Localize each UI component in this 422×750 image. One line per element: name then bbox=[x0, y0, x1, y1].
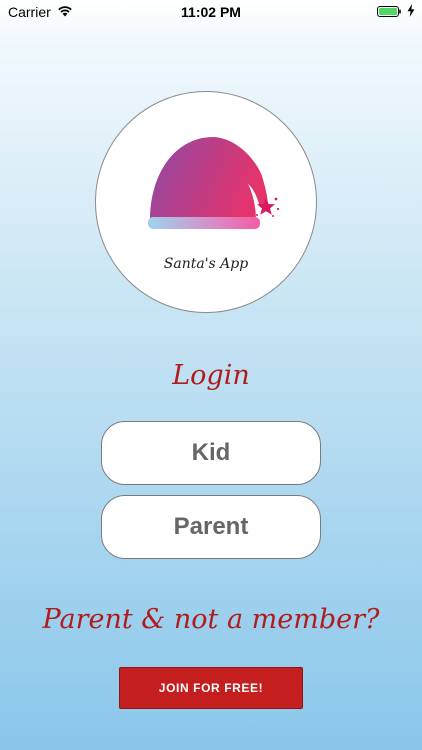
bolt-icon bbox=[407, 4, 415, 17]
logo-title: Santa's App bbox=[163, 256, 249, 272]
status-bar: Carrier 11:02 PM bbox=[0, 0, 422, 24]
login-heading: Login bbox=[172, 360, 250, 391]
app-logo: Santa's App bbox=[95, 91, 317, 313]
battery-icon bbox=[377, 6, 401, 17]
parent-login-button[interactable]: Parent bbox=[101, 495, 321, 559]
kid-login-button[interactable]: Kid bbox=[101, 421, 321, 485]
signup-prompt: Parent & not a member? bbox=[42, 604, 380, 635]
status-time: 11:02 PM bbox=[181, 4, 241, 20]
join-button[interactable]: JOIN FOR FREE! bbox=[119, 667, 303, 709]
santa-hat-icon bbox=[148, 137, 280, 229]
